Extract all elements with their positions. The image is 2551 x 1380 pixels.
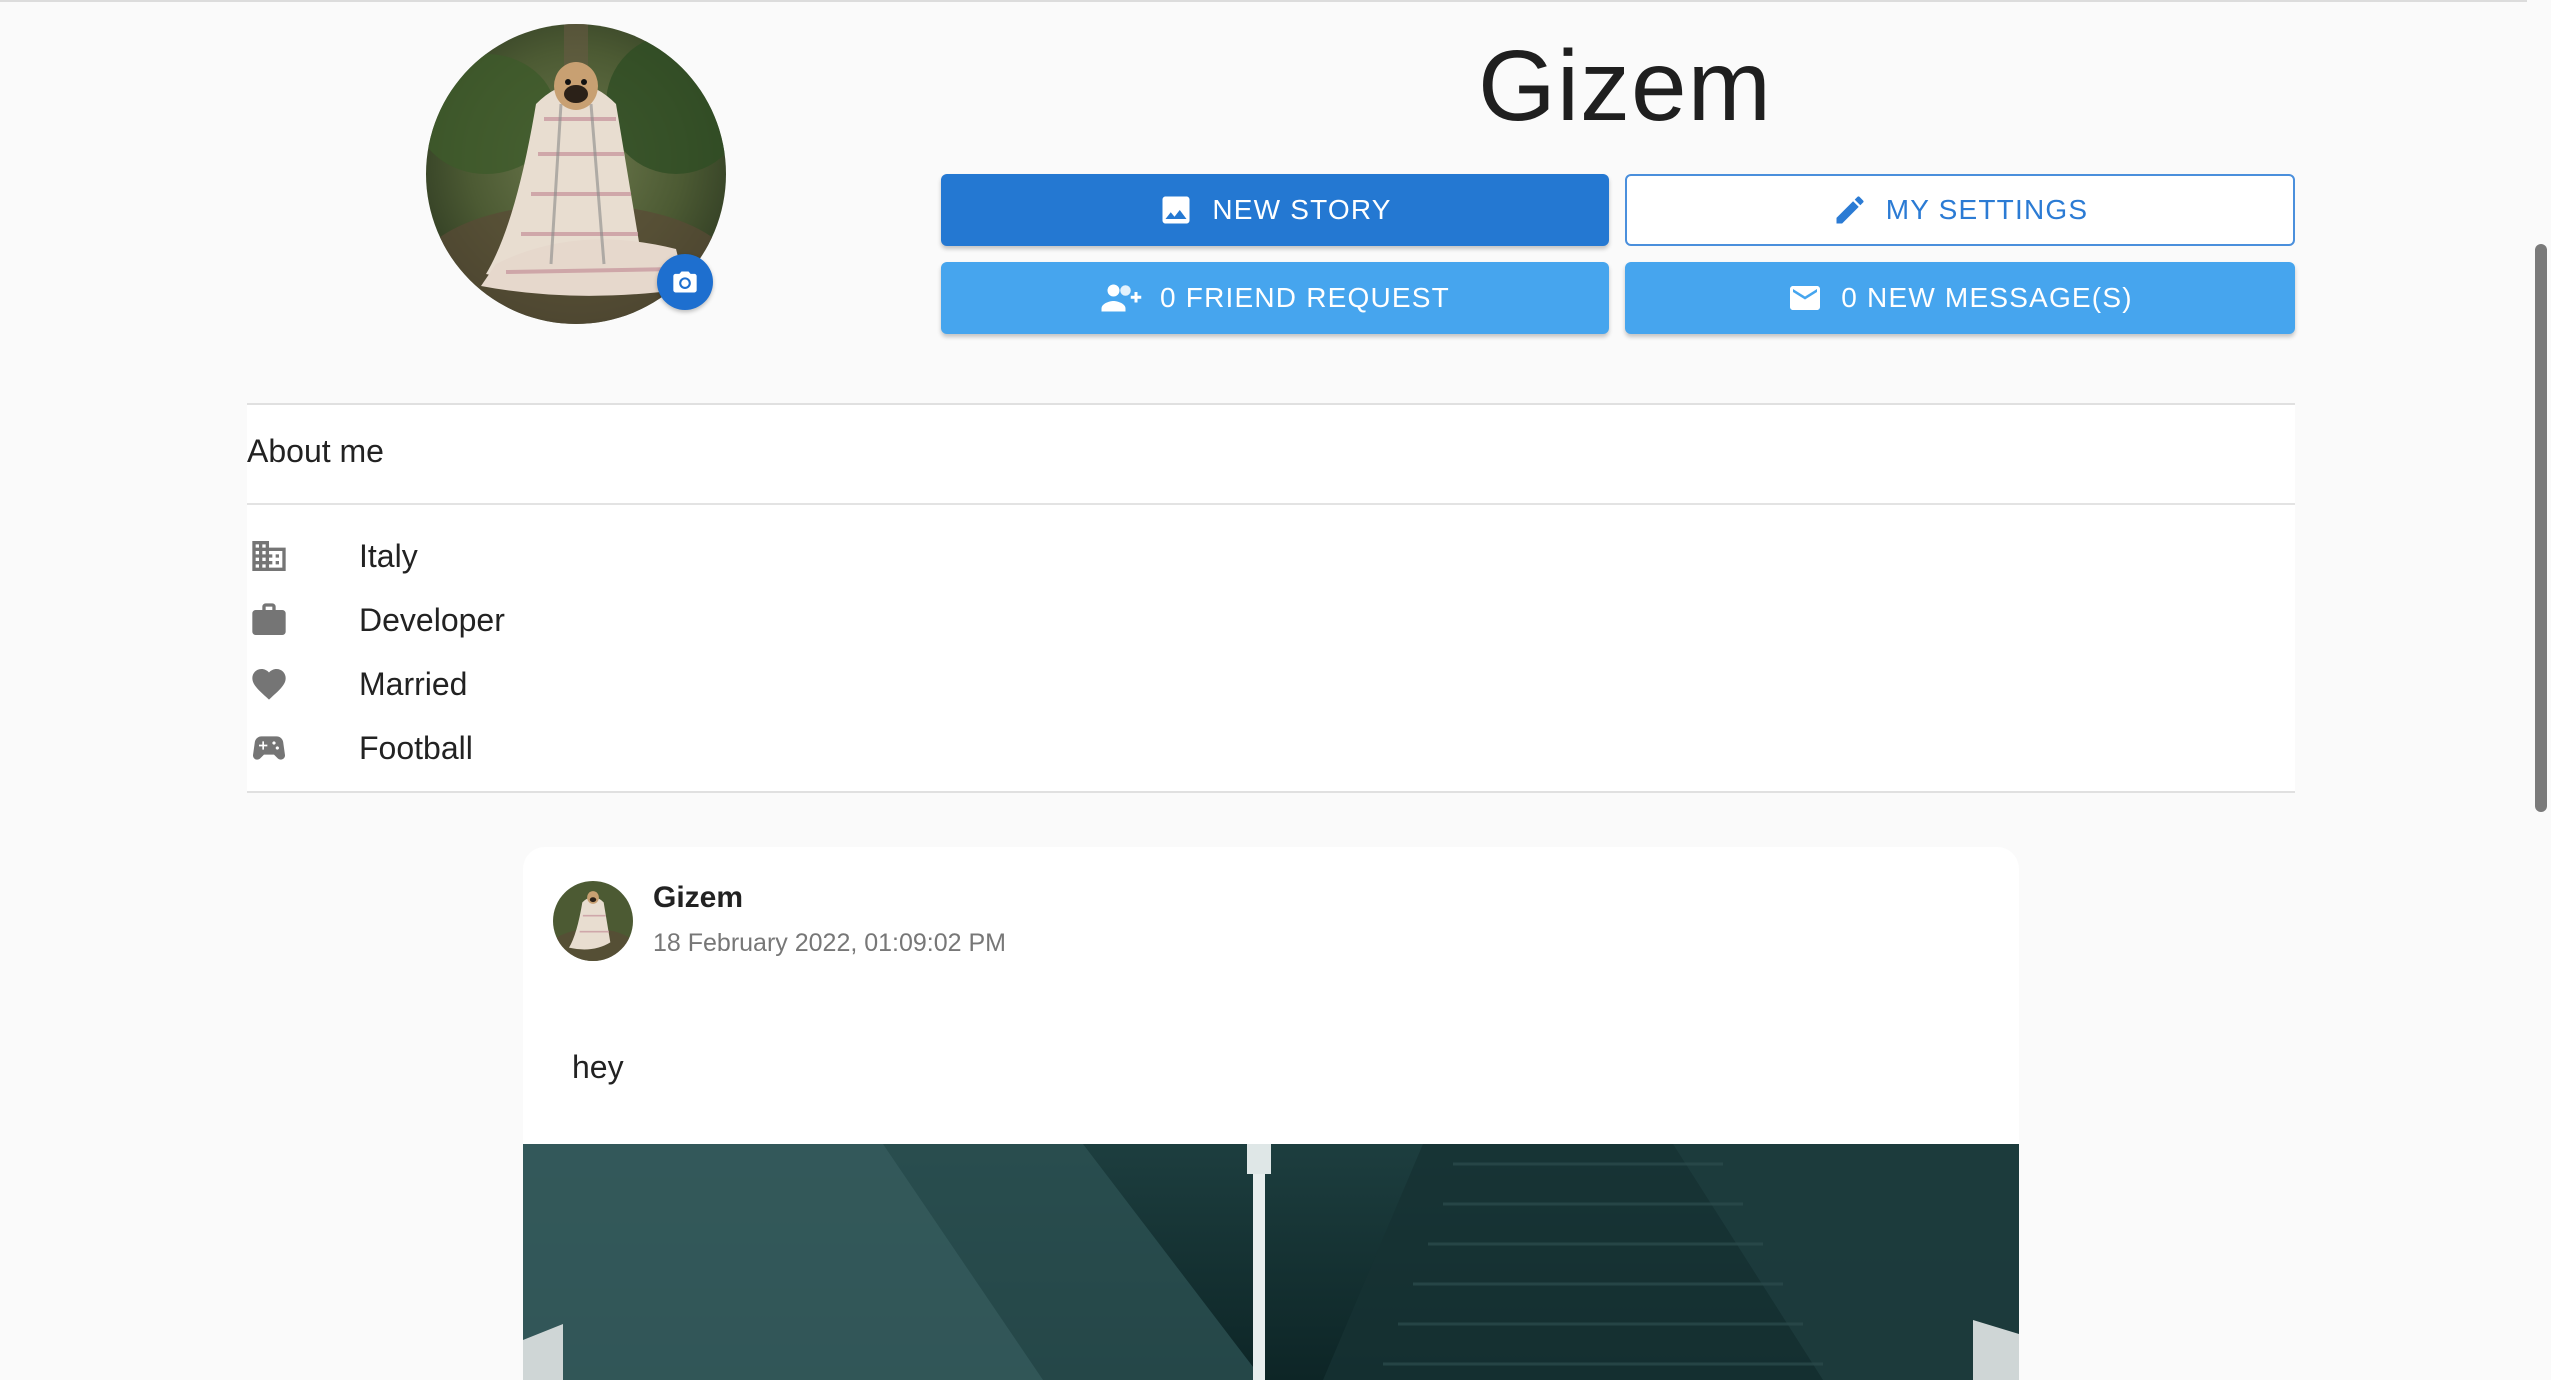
profile-name: Gizem: [1478, 30, 1772, 142]
briefcase-icon: [247, 598, 291, 642]
new-story-button[interactable]: NEW STORY: [941, 174, 1609, 246]
about-item-label: Football: [359, 729, 473, 766]
about-item-label: Married: [359, 665, 468, 702]
about-title: About me: [247, 433, 384, 469]
change-photo-button[interactable]: [657, 254, 713, 310]
post-author-avatar[interactable]: [553, 881, 633, 961]
new-messages-button[interactable]: 0 NEW MESSAGE(S): [1625, 262, 2295, 334]
story-card: Gizem 18 February 2022, 01:09:02 PM hey: [523, 847, 2019, 1380]
post-author-photo: [553, 881, 633, 961]
new-messages-label: 0 NEW MESSAGE(S): [1841, 282, 2133, 313]
post-text: hey: [572, 1049, 624, 1085]
camera-icon: [673, 271, 697, 293]
building-icon: [247, 534, 291, 578]
about-item-location: Italy: [247, 531, 418, 581]
about-section: About me Italy Developer Married Footbal…: [247, 403, 2295, 793]
about-item-relationship: Married: [247, 659, 467, 709]
post-image[interactable]: [523, 1144, 2019, 1380]
about-item-job: Developer: [247, 595, 505, 645]
gamepad-icon: [247, 726, 291, 770]
about-divider: [247, 503, 2295, 505]
friend-request-button[interactable]: 0 FRIEND REQUEST: [941, 262, 1609, 334]
my-settings-label: MY SETTINGS: [1885, 194, 2089, 225]
about-item-label: Italy: [359, 537, 418, 574]
image-icon: [1162, 196, 1190, 224]
post-author-name[interactable]: Gizem: [653, 881, 743, 915]
top-border: [0, 0, 2551, 2]
about-item-hobby: Football: [247, 723, 473, 773]
person-add-icon: [1101, 284, 1142, 312]
pencil-icon: [1836, 196, 1864, 224]
scrollbar-thumb[interactable]: [2535, 244, 2547, 812]
post-timestamp: 18 February 2022, 01:09:02 PM: [653, 929, 1007, 957]
friend-request-label: 0 FRIEND REQUEST: [1160, 282, 1450, 313]
mail-icon: [1790, 286, 1821, 310]
about-item-label: Developer: [359, 601, 505, 638]
new-story-label: NEW STORY: [1212, 194, 1392, 225]
my-settings-button[interactable]: MY SETTINGS: [1625, 174, 2295, 246]
heart-icon: [247, 662, 291, 706]
